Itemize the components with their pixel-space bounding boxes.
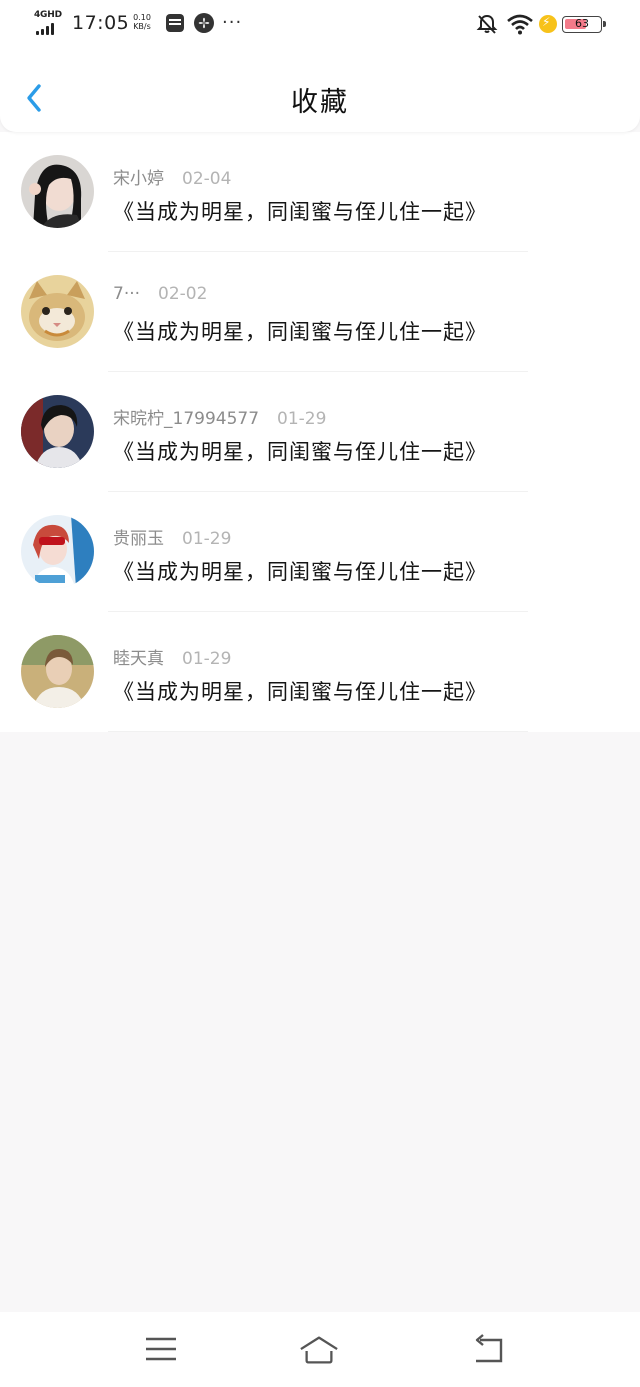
favorite-item[interactable]: 7··· 02-02 《当成为明星，同闺蜜与侄儿住一起》 bbox=[0, 252, 640, 372]
status-right: 63 bbox=[476, 12, 606, 38]
battery-icon: 63 bbox=[562, 16, 606, 33]
fan-app-icon bbox=[194, 13, 214, 33]
hamburger-menu-icon[interactable] bbox=[141, 1332, 181, 1368]
speed-unit: KB/s bbox=[133, 22, 151, 31]
story-title[interactable]: 《当成为明星，同闺蜜与侄儿住一起》 bbox=[113, 316, 487, 346]
favorite-date: 01-29 bbox=[182, 529, 232, 549]
header: 收藏 bbox=[0, 60, 640, 132]
bell-muted-icon bbox=[476, 14, 498, 34]
avatar[interactable] bbox=[21, 515, 94, 588]
avatar[interactable] bbox=[21, 395, 94, 468]
favorite-meta: 宋小婷 02-04 bbox=[113, 164, 231, 189]
charging-icon bbox=[539, 15, 557, 33]
battery-level: 63 bbox=[575, 17, 589, 30]
status-bar: 4GHD 17:05 0.10 KB/s ··· ⚡ 63 bbox=[0, 0, 640, 52]
username: 宋小婷 bbox=[113, 169, 164, 189]
favorite-item[interactable]: 睦天真 01-29 《当成为明星，同闺蜜与侄儿住一起》 bbox=[0, 612, 640, 732]
wifi-icon bbox=[507, 14, 533, 35]
more-notifications-icon: ··· bbox=[222, 12, 243, 33]
divider bbox=[108, 731, 528, 732]
favorite-date: 01-29 bbox=[277, 409, 327, 429]
favorites-list: 宋小婷 02-04 《当成为明星，同闺蜜与侄儿住一起》 7··· 02-02 《当成为明星… bbox=[0, 132, 640, 732]
favorite-meta: 宋晥柠_17994577 01-29 bbox=[113, 404, 326, 429]
clock: 17:05 bbox=[72, 12, 130, 34]
favorite-meta: 贵丽玉 01-29 bbox=[113, 524, 231, 549]
top-area: 4GHD 17:05 0.10 KB/s ··· ⚡ 63 收藏 bbox=[0, 0, 640, 132]
username: 宋晥柠_17994577 bbox=[113, 409, 260, 429]
avatar[interactable] bbox=[21, 155, 94, 228]
favorite-item[interactable]: 宋晥柠_17994577 01-29 《当成为明星，同闺蜜与侄儿住一起》 bbox=[0, 372, 640, 492]
home-icon[interactable] bbox=[299, 1332, 339, 1368]
favorite-date: 02-02 bbox=[158, 284, 208, 304]
username: 贵丽玉 bbox=[113, 529, 164, 549]
signal-icon bbox=[36, 23, 54, 35]
favorite-item[interactable]: 贵丽玉 01-29 《当成为明星，同闺蜜与侄儿住一起》 bbox=[0, 492, 640, 612]
favorite-meta: 7··· 02-02 bbox=[113, 284, 207, 304]
system-nav-bar bbox=[0, 1312, 640, 1387]
page-title: 收藏 bbox=[291, 87, 349, 118]
favorite-date: 02-04 bbox=[182, 169, 232, 189]
avatar[interactable] bbox=[21, 635, 94, 708]
story-title[interactable]: 《当成为明星，同闺蜜与侄儿住一起》 bbox=[113, 436, 487, 466]
story-title[interactable]: 《当成为明星，同闺蜜与侄儿住一起》 bbox=[113, 676, 487, 706]
network-speed: 0.10 KB/s bbox=[130, 13, 154, 31]
username: 7··· bbox=[113, 284, 141, 304]
story-title[interactable]: 《当成为明星，同闺蜜与侄儿住一起》 bbox=[113, 196, 487, 226]
notification-app-icon bbox=[166, 14, 184, 32]
return-arrow-icon[interactable] bbox=[468, 1332, 508, 1368]
story-title[interactable]: 《当成为明星，同闺蜜与侄儿住一起》 bbox=[113, 556, 487, 586]
speed-value: 0.10 bbox=[133, 13, 151, 22]
network-type: 4GHD bbox=[34, 10, 62, 20]
avatar[interactable] bbox=[21, 275, 94, 348]
favorite-meta: 睦天真 01-29 bbox=[113, 644, 231, 669]
favorite-item[interactable]: 宋小婷 02-04 《当成为明星，同闺蜜与侄儿住一起》 bbox=[0, 132, 640, 252]
username: 睦天真 bbox=[113, 649, 164, 669]
favorite-date: 01-29 bbox=[182, 649, 232, 669]
